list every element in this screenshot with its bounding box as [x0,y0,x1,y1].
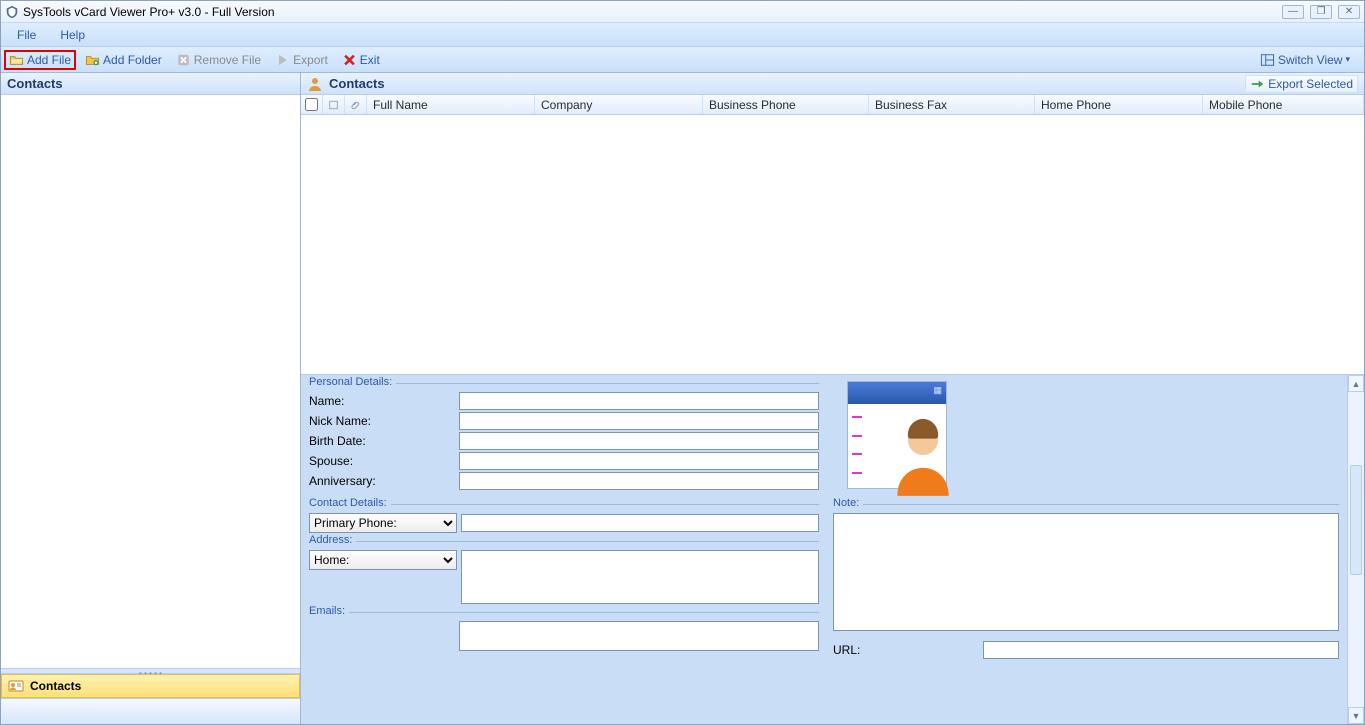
menu-bar: File Help [1,23,1364,47]
play-icon [275,53,290,67]
select-address-type[interactable]: Home: [309,550,457,570]
folder-tree[interactable] [1,95,300,668]
left-panel-header: Contacts [1,73,300,95]
label-anniversary: Anniversary: [309,474,459,488]
details-pane: Personal Details: Name: Nick Name: Birth… [301,375,1347,724]
export-selected-label: Export Selected [1268,77,1353,91]
category-contacts[interactable]: Contacts [1,674,300,698]
category-contacts-label: Contacts [30,679,81,693]
person-icon [307,76,323,92]
close-button[interactable]: ✕ [1338,5,1360,19]
paperclip-icon [351,99,360,111]
add-file-button[interactable]: Add File [5,51,75,69]
legend-address: Address: [309,534,356,546]
add-folder-label: Add Folder [103,53,162,67]
menu-help[interactable]: Help [50,26,95,44]
emails-group: Emails: [309,612,819,651]
col-attachment[interactable] [345,95,367,114]
scroll-up-icon[interactable]: ▲ [1348,375,1364,392]
legend-note: Note: [833,497,863,509]
col-fullname[interactable]: Full Name [367,95,535,114]
add-folder-button[interactable]: Add Folder [81,51,166,69]
input-url[interactable] [983,641,1339,659]
label-nickname: Nick Name: [309,414,459,428]
avatar-icon [888,414,958,496]
address-group: Address: Home: [309,541,819,604]
title-bar: SysTools vCard Viewer Pro+ v3.0 - Full V… [1,1,1364,23]
note-group: Note: [833,504,1339,631]
col-business-phone[interactable]: Business Phone [703,95,869,114]
label-spouse: Spouse: [309,454,459,468]
switch-view-label: Switch View [1278,53,1342,67]
exit-label: Exit [360,53,380,67]
folder-add-icon [85,53,100,67]
folder-open-icon [9,53,24,67]
contact-details-group: Contact Details: Primary Phone: [309,504,819,533]
col-icon[interactable] [323,95,345,114]
toolbar: Add File Add Folder Remove File Export E… [1,47,1364,73]
app-icon [5,5,19,19]
avatar-card: ▦ [847,381,947,489]
left-panel: Contacts • • • • • Contacts [1,73,301,724]
layout-icon [1260,53,1275,67]
menu-file[interactable]: File [7,26,46,44]
details-scrollbar[interactable]: ▲ ▼ [1347,375,1364,724]
input-birthdate[interactable] [459,432,819,450]
input-anniversary[interactable] [459,472,819,490]
col-checkbox[interactable] [301,95,323,114]
scroll-down-icon[interactable]: ▼ [1348,707,1364,724]
chevron-down-icon: ▾ [1345,54,1350,65]
input-name[interactable] [459,392,819,410]
input-note[interactable] [833,513,1339,631]
left-panel-footer [1,698,300,724]
input-address[interactable] [461,550,819,604]
switch-view-button[interactable]: Switch View ▾ [1256,51,1354,69]
remove-file-button[interactable]: Remove File [172,51,265,69]
input-emails[interactable] [459,621,819,651]
remove-file-label: Remove File [194,53,261,67]
page-icon [329,99,338,111]
label-name: Name: [309,394,459,408]
contacts-grid[interactable] [301,115,1364,375]
personal-details-group: Personal Details: Name: Nick Name: Birth… [309,383,819,490]
scroll-thumb[interactable] [1350,465,1362,575]
export-selected-button[interactable]: Export Selected [1245,75,1358,93]
exit-button[interactable]: Exit [338,51,384,69]
minimize-button[interactable]: — [1282,5,1304,19]
contact-card-icon [8,678,24,694]
col-company[interactable]: Company [535,95,703,114]
export-button[interactable]: Export [271,51,332,69]
input-spouse[interactable] [459,452,819,470]
right-panel-title: Contacts [329,76,385,91]
remove-icon [176,53,191,67]
arrow-right-icon [1250,77,1264,91]
export-label: Export [293,53,328,67]
legend-personal: Personal Details: [309,376,396,388]
window-title: SysTools vCard Viewer Pro+ v3.0 - Full V… [23,5,275,19]
input-primary-phone[interactable] [461,514,819,532]
legend-contact: Contact Details: [309,497,391,509]
select-primary-phone[interactable]: Primary Phone: [309,513,457,533]
col-mobile-phone[interactable]: Mobile Phone [1203,95,1364,114]
label-birthdate: Birth Date: [309,434,459,448]
col-home-phone[interactable]: Home Phone [1035,95,1203,114]
col-business-fax[interactable]: Business Fax [869,95,1035,114]
legend-emails: Emails: [309,605,349,617]
select-all-checkbox[interactable] [305,98,318,111]
x-icon [342,53,357,67]
grid-header: Full Name Company Business Phone Busines… [301,95,1364,115]
input-nickname[interactable] [459,412,819,430]
label-url: URL: [833,643,983,657]
add-file-label: Add File [27,53,71,67]
maximize-button[interactable]: ❐ [1310,5,1332,19]
right-panel-header: Contacts Export Selected [301,73,1364,95]
